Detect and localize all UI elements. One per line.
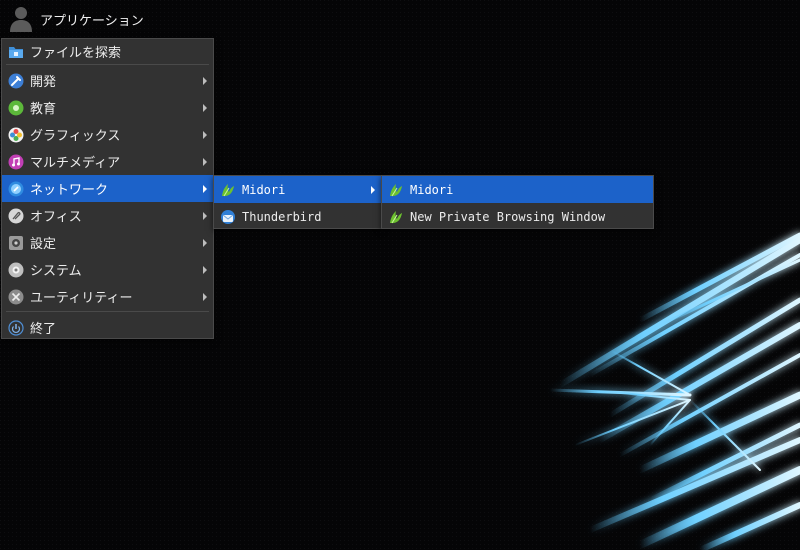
- submenu-arrow-icon: [203, 212, 207, 220]
- menu-separator: [6, 64, 209, 65]
- menu-item-label: オフィス: [30, 210, 82, 225]
- midori-icon: [220, 182, 236, 198]
- submenu-arrow-icon: [203, 266, 207, 274]
- submenu-arrow-icon: [203, 239, 207, 247]
- submenu-arrow-icon: [371, 186, 375, 194]
- menu-item-label: グラフィックス: [30, 129, 121, 144]
- submenu-arrow-icon: [203, 185, 207, 193]
- menu-item-multimedia[interactable]: マルチメディア: [2, 148, 213, 175]
- menu-item-settings[interactable]: 設定: [2, 229, 213, 256]
- menu-item-label: ネットワーク: [30, 183, 109, 198]
- utilities-icon: [8, 289, 24, 305]
- menu-item-label: システム: [30, 264, 82, 279]
- menu-item-label: 教育: [30, 102, 57, 117]
- midori-icon: [388, 209, 404, 225]
- menu-item-utilities[interactable]: ユーティリティー: [2, 283, 213, 310]
- graphics-icon: [8, 127, 24, 143]
- logout-icon: [8, 319, 24, 336]
- submenu-arrow-icon: [203, 77, 207, 85]
- menu-item-midori[interactable]: Midori: [214, 176, 381, 203]
- network-submenu: Midori Thunderbird: [213, 175, 382, 229]
- applications-menu: ファイルを探索 開発 教育 グラフィックス マルチメディア ネットワーク オフィ…: [1, 38, 214, 339]
- menu-item-education[interactable]: 教育: [2, 94, 213, 121]
- menu-item-label: Thunderbird: [242, 209, 322, 224]
- network-icon: [8, 181, 24, 197]
- midori-submenu: Midori New Private Browsing Window: [381, 175, 654, 229]
- user-icon: [10, 7, 32, 32]
- applications-menu-title: アプリケーション: [40, 13, 144, 29]
- menu-item-label: Midori: [410, 182, 454, 197]
- office-icon: [8, 208, 24, 224]
- menu-item-label: Midori: [242, 182, 286, 197]
- developer-tools-icon: [8, 73, 24, 89]
- menu-item-file-explorer[interactable]: ファイルを探索: [2, 39, 213, 64]
- menu-item-thunderbird[interactable]: Thunderbird: [214, 203, 381, 230]
- multimedia-icon: [8, 154, 24, 170]
- menu-item-development[interactable]: 開発: [2, 67, 213, 94]
- menu-item-graphics[interactable]: グラフィックス: [2, 121, 213, 148]
- menu-item-network[interactable]: ネットワーク: [2, 175, 213, 202]
- education-icon: [8, 100, 24, 116]
- settings-icon: [8, 235, 24, 251]
- menu-item-label: 開発: [30, 75, 57, 90]
- submenu-arrow-icon: [203, 158, 207, 166]
- menu-item-midori-launch[interactable]: Midori: [382, 176, 653, 203]
- thunderbird-icon: [220, 209, 236, 225]
- submenu-arrow-icon: [203, 104, 207, 112]
- midori-icon: [388, 182, 404, 198]
- menu-item-label: ファイルを探索: [30, 46, 122, 61]
- folder-icon: [8, 44, 24, 60]
- menu-item-private-window[interactable]: New Private Browsing Window: [382, 203, 653, 230]
- menu-item-label: 終了: [30, 322, 57, 337]
- menu-item-system[interactable]: システム: [2, 256, 213, 283]
- menu-separator: [6, 311, 209, 312]
- applications-menu-button[interactable]: アプリケーション: [4, 3, 148, 35]
- menu-item-label: マルチメディア: [30, 156, 121, 171]
- menu-item-office[interactable]: オフィス: [2, 202, 213, 229]
- system-icon: [8, 262, 24, 278]
- menu-item-label: 設定: [30, 237, 57, 252]
- submenu-arrow-icon: [203, 131, 207, 139]
- submenu-arrow-icon: [203, 293, 207, 301]
- menu-item-logout[interactable]: 終了: [2, 314, 213, 341]
- menu-item-label: ユーティリティー: [30, 291, 133, 306]
- menu-item-label: New Private Browsing Window: [410, 209, 606, 224]
